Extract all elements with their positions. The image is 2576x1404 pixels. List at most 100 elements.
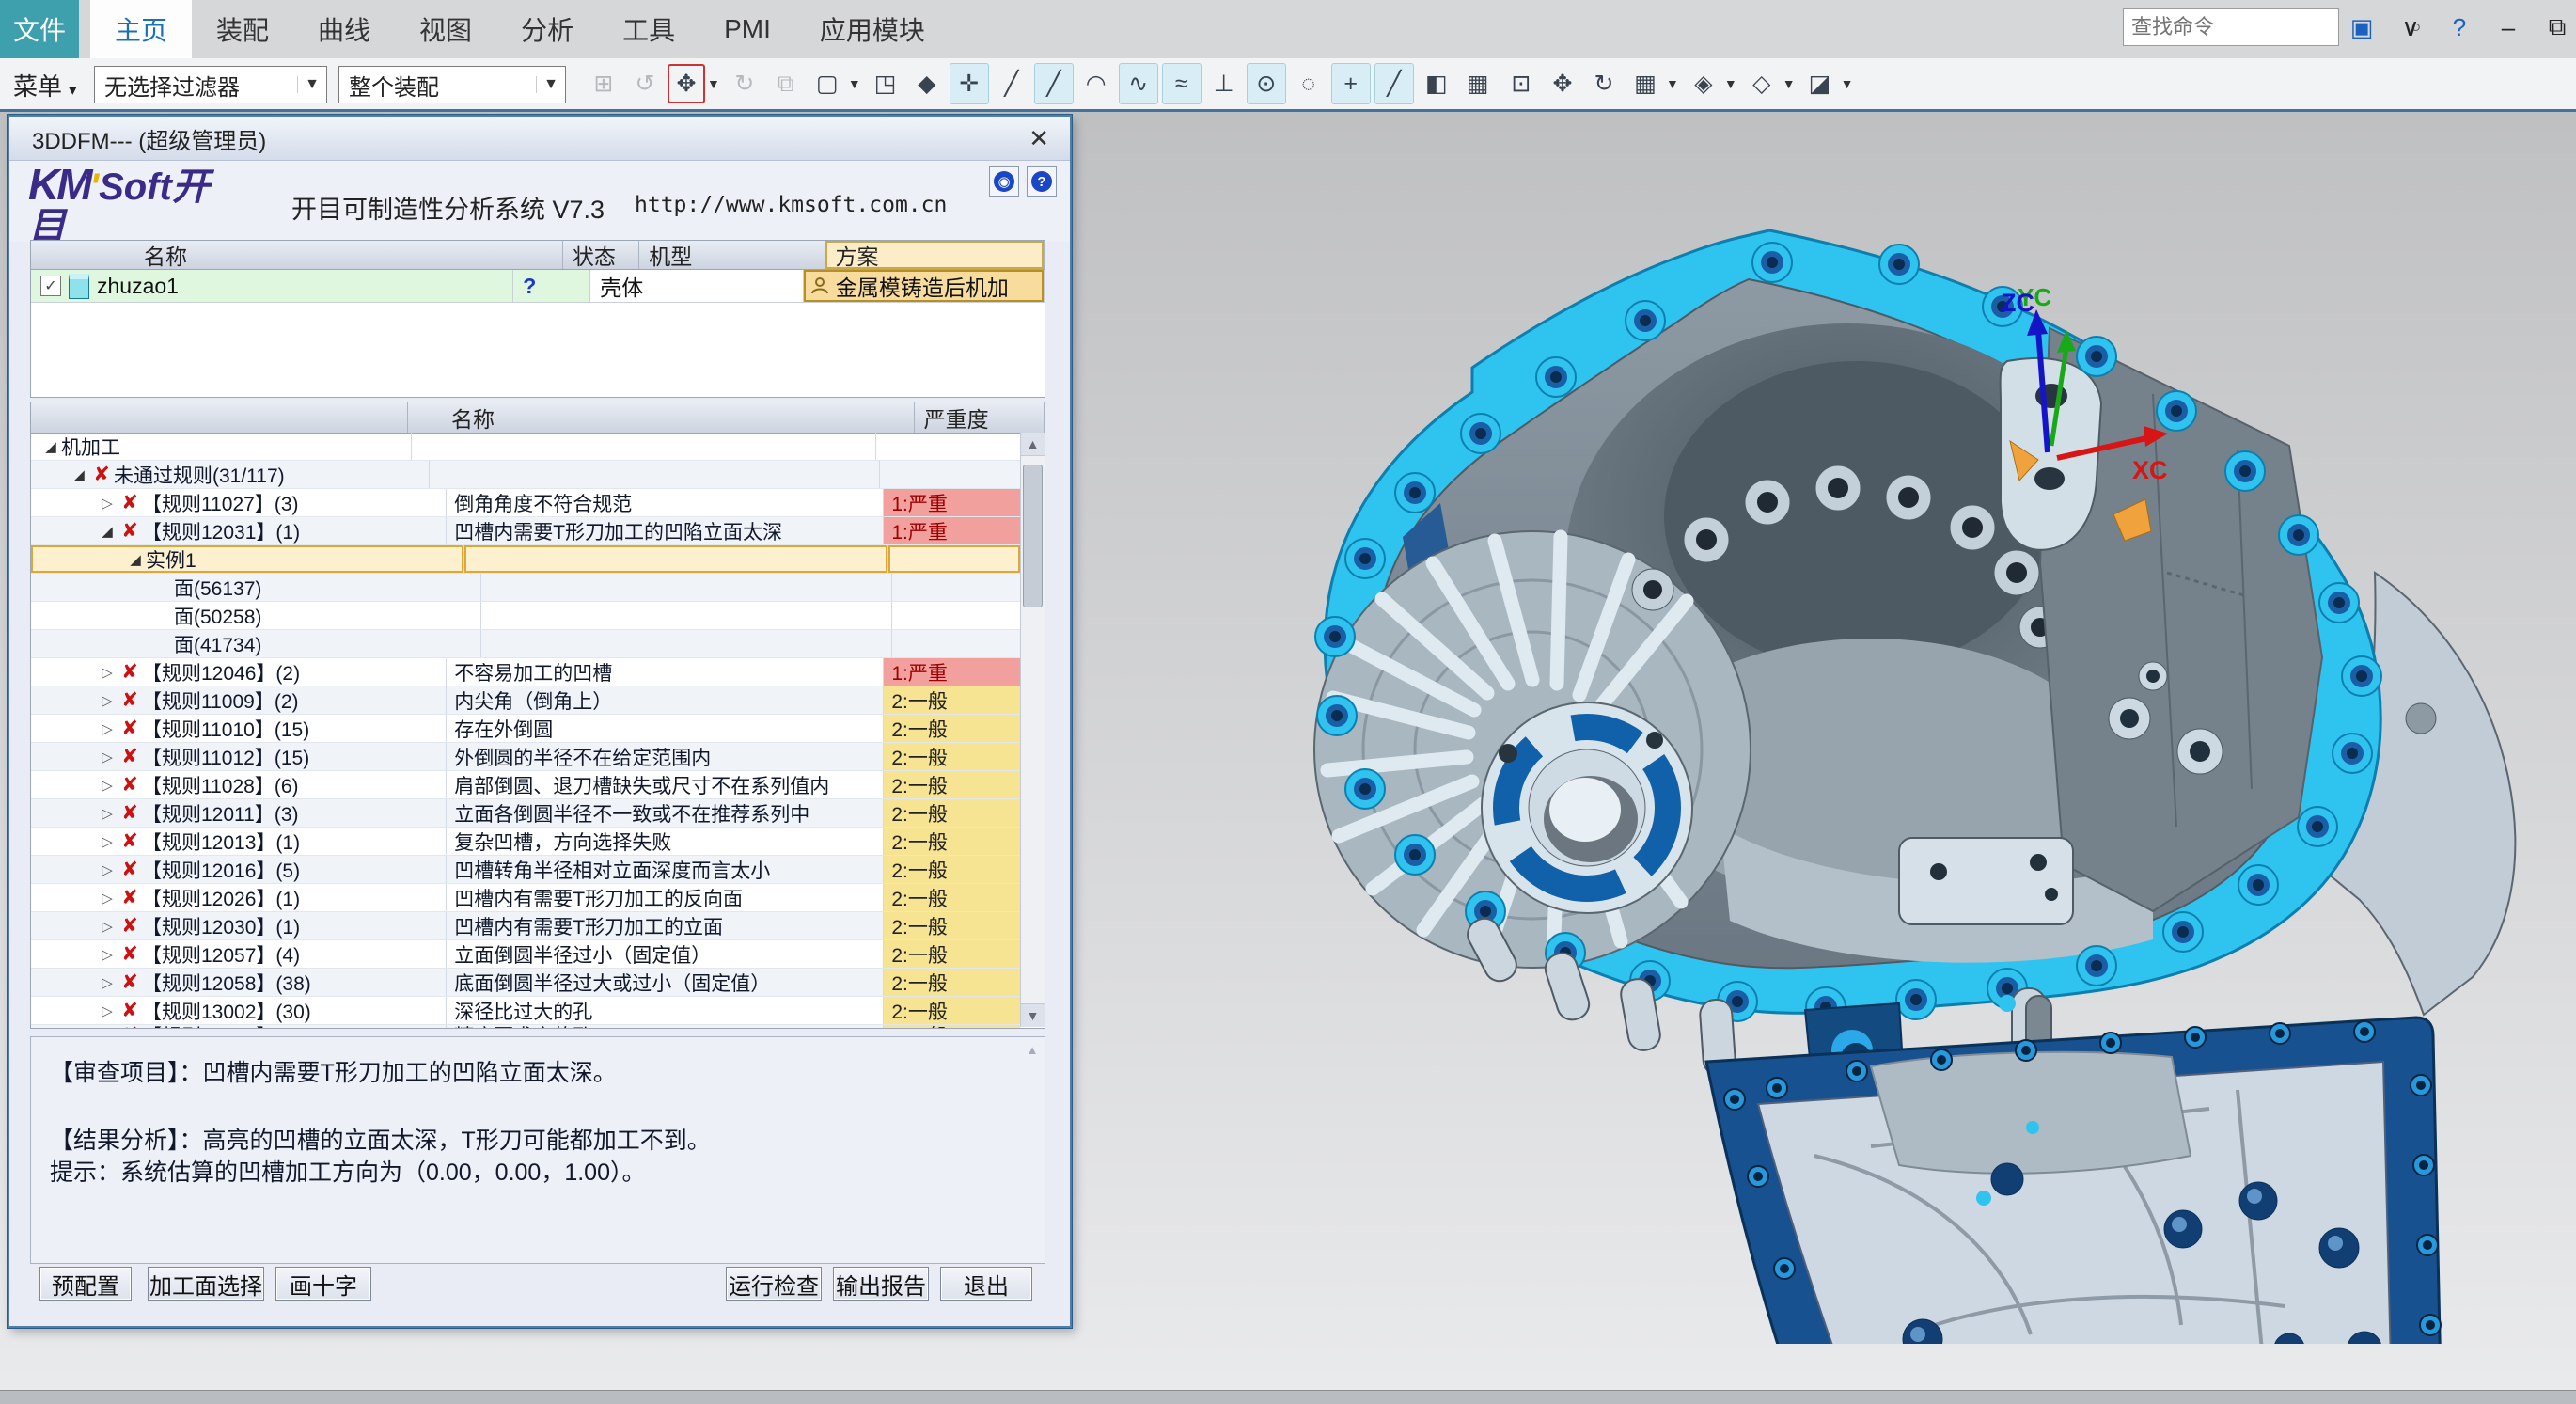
rule-tree-row[interactable]: ▷✘【规则11028】(6)肩部倒圆、退刀槽缺失或尺寸不在系列值内2:一般	[31, 771, 1020, 799]
curve-mesh-icon[interactable]: ▦	[1459, 64, 1497, 103]
button-画十字[interactable]: 画十字	[275, 1267, 371, 1301]
tree-collapse-icon[interactable]: ◢	[40, 438, 61, 455]
col-header-scheme[interactable]: 方案	[825, 241, 1045, 269]
rule-tree-row[interactable]: ▷✘【规则12026】(1)凹槽内有需要T形刀加工的反向面2:一般	[31, 884, 1020, 912]
button-加工面选择[interactable]: 加工面选择	[148, 1267, 264, 1301]
transmission-housing-model[interactable]: YC ZC XC	[1156, 168, 2576, 1344]
rule-tree-row[interactable]: ▷✘【规则12058】(38)底面倒圆半径过大或过小（固定值）2:一般	[31, 969, 1020, 997]
circle-icon[interactable]: ⊙	[1247, 63, 1286, 104]
rule-tree-row[interactable]: ▷✘【规则12030】(1)凹槽内有需要T形刀加工的立面2:一般	[31, 912, 1020, 940]
rule-tree-row[interactable]: 面(41734)	[31, 630, 1020, 658]
dropdown-arrow-icon[interactable]: ▼	[707, 76, 720, 91]
rule-tree-row[interactable]: ▷✘【规则12016】(5)凹槽转角半径相对立面深度而言太小2:一般	[31, 856, 1020, 884]
tree-expand-icon[interactable]: ▷	[97, 720, 118, 737]
rule-tree-row[interactable]: ▷✘【规则12046】(2)不容易加工的凹槽1:严重	[31, 658, 1020, 686]
cross-axis-icon[interactable]: +	[1331, 63, 1371, 104]
rule-tree-row[interactable]: ◢机加工	[31, 433, 1020, 461]
tree-expand-icon[interactable]: ▷	[97, 1002, 118, 1019]
tree-expand-icon[interactable]: ▷	[97, 495, 118, 512]
sketch-line-icon[interactable]: ╱	[1374, 63, 1414, 104]
tree-collapse-icon[interactable]: ◢	[69, 466, 89, 483]
ribbon-tab-PMI[interactable]: PMI	[699, 0, 795, 58]
scroll-up-icon[interactable]: ▲	[1021, 433, 1045, 456]
rules-scrollbar[interactable]: ▲ ▼	[1020, 433, 1045, 1027]
ribbon-tab-应用模块[interactable]: 应用模块	[795, 0, 950, 58]
rule-tree-row[interactable]: ▷✘【规则11012】(15)外倒圆的半径不在给定范围内2:一般	[31, 743, 1020, 771]
rules-col-name[interactable]: 名称	[408, 402, 915, 433]
tree-expand-icon[interactable]: ▷	[97, 664, 118, 681]
dropdown-arrow-icon[interactable]: ▼	[1666, 76, 1679, 91]
tree-expand-icon[interactable]: ▷	[97, 692, 118, 709]
tree-expand-icon[interactable]: ▷	[97, 749, 118, 765]
scrollbar-thumb[interactable]	[1023, 465, 1043, 607]
render-style-icon[interactable]: ◈	[1685, 64, 1722, 103]
button-预配置[interactable]: 预配置	[39, 1267, 132, 1301]
studio-spline-icon[interactable]: ∿	[1119, 63, 1158, 104]
rule-tree-row[interactable]: ▷✘【规则11009】(2)内尖角（倒角上）2:一般	[31, 686, 1020, 715]
ellipse-icon[interactable]: ◌	[1290, 64, 1327, 103]
help-circle-icon[interactable]: ?	[2443, 13, 2475, 42]
selection-scope-dropdown[interactable]: 整个装配▼	[338, 66, 566, 103]
tree-expand-icon[interactable]: ▷	[97, 946, 118, 963]
tree-expand-icon[interactable]: ▷	[97, 777, 118, 794]
assembly-constraints-icon[interactable]: ✥	[668, 64, 705, 103]
tree-expand-icon[interactable]: ▷	[97, 833, 118, 850]
tree-expand-icon[interactable]: ▷	[97, 890, 118, 907]
extrude-icon[interactable]: ◆	[908, 64, 946, 103]
minimize-icon[interactable]: –	[2492, 13, 2524, 42]
rule-tree-row[interactable]: ▷✘【规则12013】(1)复杂凹槽，方向选择失败2:一般	[31, 828, 1020, 856]
line-icon[interactable]: ╱	[993, 64, 1030, 103]
pan-view-icon[interactable]: ✥	[1544, 64, 1581, 103]
orient-view-icon[interactable]: ◇	[1743, 64, 1781, 103]
arc-icon[interactable]: ◠	[1077, 64, 1115, 103]
rule-tree-row[interactable]: ▷✘【规则13002】(30)深径比过大的孔2:一般	[31, 997, 1020, 1025]
restore-window-icon[interactable]: ⧉	[2541, 12, 2573, 42]
dropdown-arrow-icon[interactable]: ▼	[1724, 76, 1737, 91]
ribbon-tab-主页[interactable]: 主页	[90, 0, 192, 58]
part-row[interactable]: ✓ zhuzao1 ? 壳体 金属模铸造后机加	[31, 270, 1045, 303]
ribbon-tab-装配[interactable]: 装配	[192, 0, 293, 58]
col-header-machine[interactable]: 机型	[639, 241, 825, 269]
select-rectangle-icon[interactable]: ▢	[809, 64, 846, 103]
menu-button[interactable]: 菜单 ▾	[13, 68, 76, 103]
col-header-status[interactable]: 状态	[563, 241, 639, 269]
ribbon-tab-曲线[interactable]: 曲线	[293, 0, 395, 58]
tree-expand-icon[interactable]: ▷	[97, 805, 118, 822]
profile-line-icon[interactable]: ╱	[1034, 63, 1074, 104]
button-退出[interactable]: 退出	[940, 1267, 1032, 1301]
file-menu-tab[interactable]: 文件	[0, 0, 79, 58]
datum-plane-icon[interactable]: ◳	[867, 64, 904, 103]
scroll-down-icon[interactable]: ▼	[1021, 1003, 1045, 1027]
move-component-icon[interactable]: ↺	[626, 64, 664, 103]
rule-tree-row[interactable]: ▷✘【规则12057】(4)立面倒圆半径过小（固定值）2:一般	[31, 940, 1020, 969]
dropdown-arrow-icon[interactable]: ▼	[1841, 76, 1854, 91]
ribbon-tab-工具[interactable]: 工具	[598, 0, 699, 58]
dropdown-arrow-icon[interactable]: ▼	[848, 76, 861, 91]
rule-tree-row[interactable]: ▷✘【规则11027】(3)倒角角度不符合规范1:严重	[31, 489, 1020, 517]
rule-tree-row[interactable]: 面(50258)	[31, 602, 1020, 630]
ribbon-collapse-icon[interactable]: ∨	[2395, 13, 2427, 42]
tree-expand-icon[interactable]: ▷	[97, 918, 118, 935]
rule-tree-row[interactable]: ▷✘【规则12011】(3)立面各倒圆半径不一致或不在推荐系列中2:一般	[31, 799, 1020, 828]
fit-curve-icon[interactable]: ≈	[1162, 63, 1202, 104]
point-on-curve-icon[interactable]: ⊥	[1205, 64, 1243, 103]
zoom-window-icon[interactable]: ⊡	[1502, 64, 1540, 103]
rotate-view-icon[interactable]: ↻	[1585, 64, 1623, 103]
tree-expand-icon[interactable]: ▷	[97, 1027, 118, 1030]
tree-expand-icon[interactable]: ▷	[97, 861, 118, 878]
dialog-close-icon[interactable]: ✕	[1029, 124, 1070, 153]
rules-col-severity[interactable]: 严重度	[915, 402, 1045, 433]
rule-tree-row[interactable]: ◢✘【规则12031】(1)凹槽内需要T形刀加工的凹陷立面太深1:严重	[31, 517, 1020, 545]
user-icon[interactable]: ◉	[989, 166, 1019, 197]
button-运行检查[interactable]: 运行检查	[726, 1267, 822, 1301]
add-component-icon[interactable]: ⊞	[585, 64, 622, 103]
rule-tree-row[interactable]: ▷✘【规则11010】(15)存在外倒圆2:一般	[31, 715, 1020, 743]
ribbon-tab-视图[interactable]: 视图	[395, 0, 496, 58]
point-icon[interactable]: ✛	[950, 63, 989, 104]
dialog-title-bar[interactable]: 3DDFM--- (超级管理员) ✕	[9, 117, 1070, 161]
rule-tree-row[interactable]: 面(56137)	[31, 574, 1020, 602]
selection-filter-dropdown[interactable]: 无选择过滤器▼	[94, 66, 327, 103]
help-icon[interactable]: ?	[1027, 166, 1057, 197]
dropdown-arrow-icon[interactable]: ▼	[297, 76, 326, 93]
command-search-box[interactable]: ⌕	[2123, 8, 2339, 46]
